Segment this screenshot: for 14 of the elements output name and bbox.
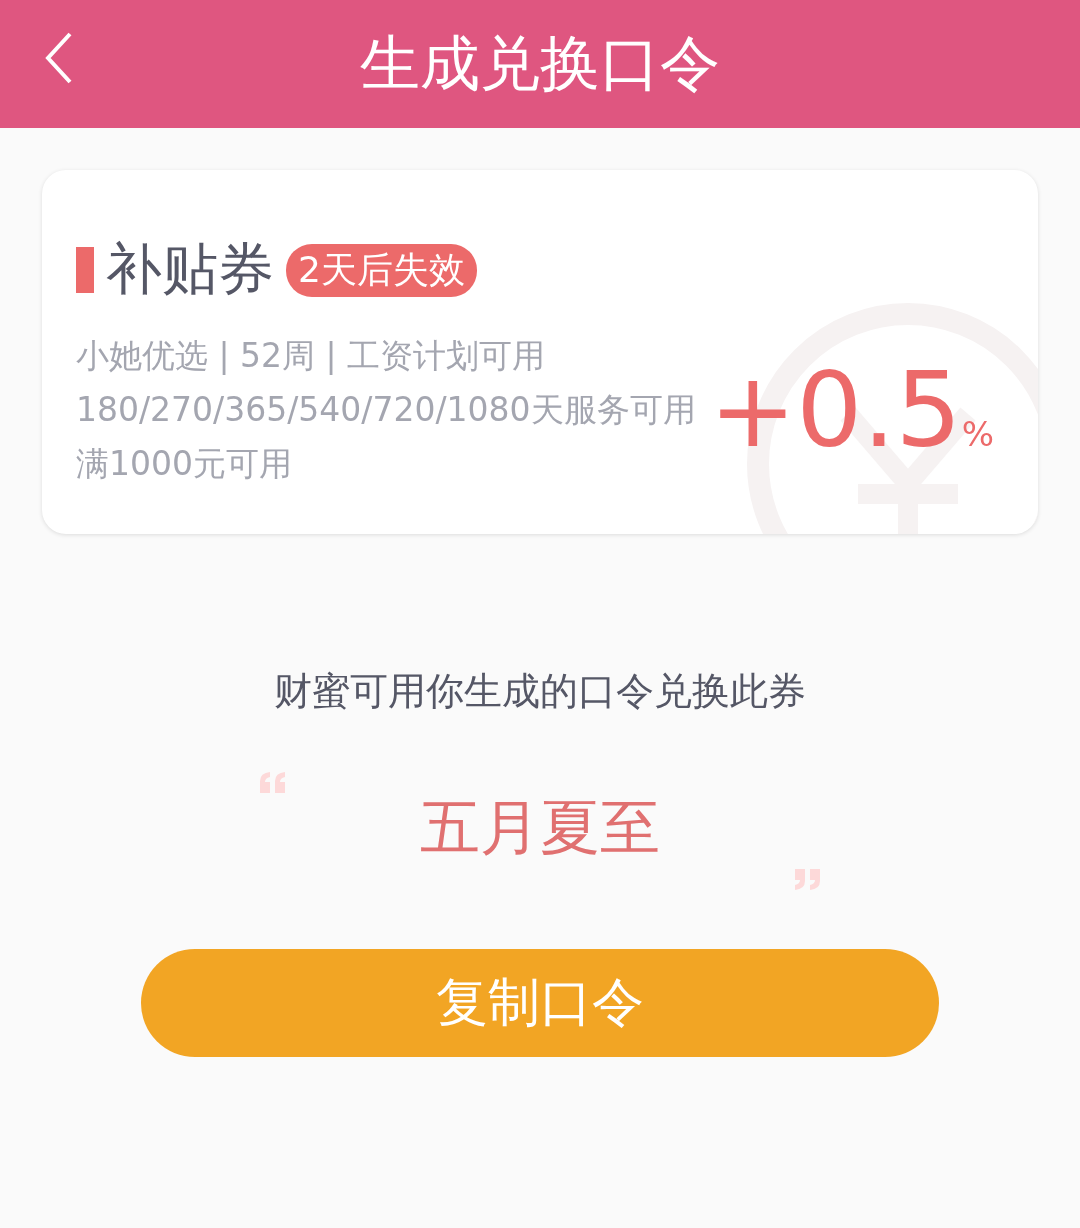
code-text: 五月夏至 xyxy=(420,790,660,864)
open-quote-icon xyxy=(258,771,288,795)
condition-text: 180/270/365/540/720/1080天服务可用 xyxy=(76,389,696,431)
close-quote-icon xyxy=(792,867,822,891)
rate-value: +0.5 xyxy=(709,349,962,471)
page-title: 生成兑换口令 xyxy=(360,26,720,100)
condition-text: 满1000元可用 xyxy=(76,443,293,485)
condition-text: 小她优选 | 52周 | 工资计划可用 xyxy=(76,335,547,377)
copy-button[interactable]: 复制口令 xyxy=(141,949,939,1057)
coupon-title: 补贴券 xyxy=(106,235,274,303)
hint-text: 财蜜可用你生成的口令兑换此券 xyxy=(273,668,807,715)
percent-unit: % xyxy=(961,414,994,454)
accent-bar xyxy=(76,247,94,293)
expiry-badge: 2天后失效 xyxy=(286,243,477,297)
